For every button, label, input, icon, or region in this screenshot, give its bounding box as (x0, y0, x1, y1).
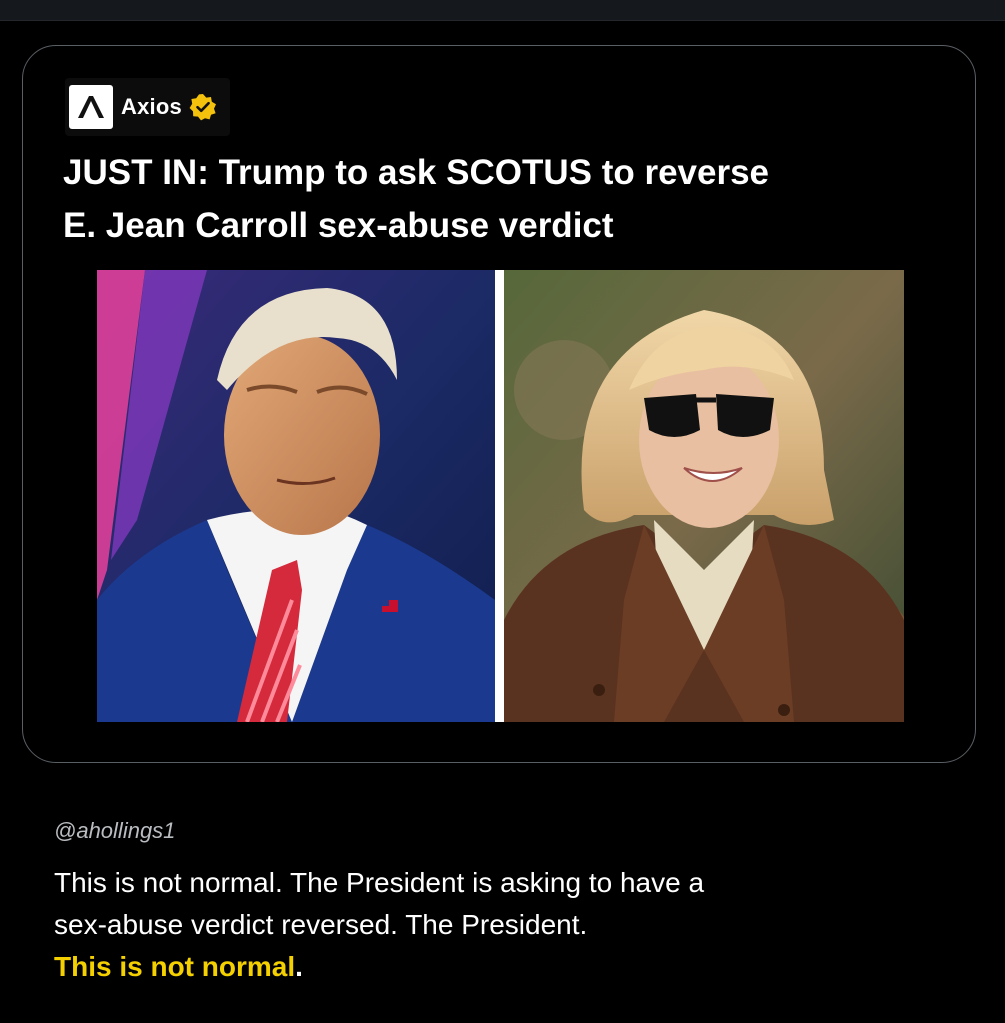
top-bar (0, 0, 1005, 21)
photo-woman-sunglasses[interactable] (504, 270, 904, 722)
highlighted-text: This is not normal. (54, 946, 974, 988)
quoted-post-card[interactable]: Axios JUST IN: Trump to ask SCOTUS to re… (22, 45, 976, 763)
post-text: This is not normal. The President is ask… (54, 862, 974, 988)
headline-line-2: E. Jean Carroll sex-abuse verdict (63, 206, 614, 245)
axios-logo-icon (69, 85, 113, 129)
headline-line-1: JUST IN: Trump to ask SCOTUS to reverse (63, 153, 770, 192)
verified-badge-icon (188, 92, 218, 122)
image-divider (495, 270, 504, 722)
post-text-line-2: sex-abuse verdict reversed. The Presiden… (54, 909, 588, 940)
photo-man-red-tie[interactable] (97, 270, 495, 722)
source-chip[interactable]: Axios (65, 78, 230, 136)
source-name[interactable]: Axios (121, 94, 182, 120)
highlighted-phrase: This is not normal (54, 951, 296, 982)
headline: JUST IN: Trump to ask SCOTUS to reverse … (63, 146, 943, 252)
highlighted-period: . (295, 951, 303, 982)
post-text-line-1: This is not normal. The President is ask… (54, 867, 705, 898)
post-author-handle[interactable]: @ahollings1 (54, 818, 175, 844)
news-images[interactable] (97, 270, 904, 722)
